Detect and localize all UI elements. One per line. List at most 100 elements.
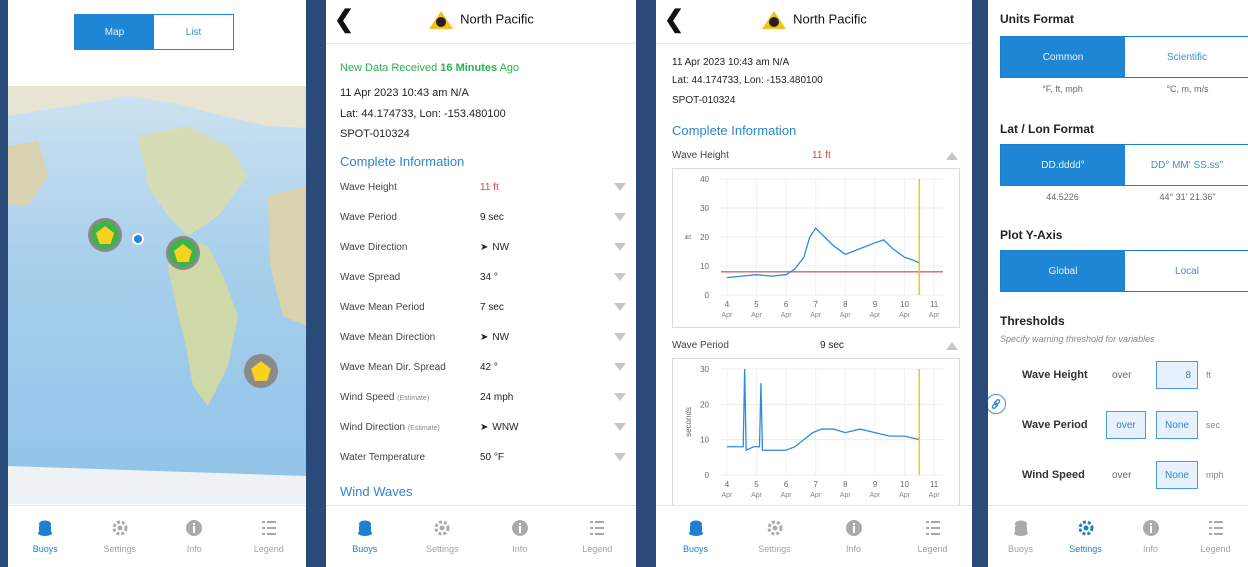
x-tick-label: Apr	[810, 492, 822, 499]
x-tick-label: 7	[813, 480, 818, 489]
expand-triangle-icon[interactable]	[614, 303, 626, 311]
x-tick-label: Apr	[869, 312, 881, 319]
x-tick-label: 4	[725, 300, 730, 309]
tab-settings[interactable]: Settings	[745, 518, 805, 554]
page-title: North Pacific	[326, 10, 636, 30]
tab-settings[interactable]: Settings	[90, 518, 150, 554]
y-tick-label: 30	[700, 204, 709, 213]
x-tick-label: 9	[873, 300, 878, 309]
info-row[interactable]: Wind Speed (Estimate) 24 mph	[340, 382, 626, 412]
thresholds-description: Specify warning threshold for variables	[1000, 334, 1155, 344]
tab-settings[interactable]: Settings	[1056, 518, 1116, 554]
expand-triangle-icon[interactable]	[614, 393, 626, 401]
tab-info[interactable]: Info	[1121, 518, 1181, 554]
collapse-triangle-icon[interactable]	[946, 152, 958, 160]
buoy-logo-icon	[429, 11, 454, 29]
list-icon	[1206, 518, 1226, 538]
tab-legend[interactable]: Legend	[903, 518, 963, 554]
buoy-marker[interactable]	[88, 218, 122, 252]
row-value: 11 ft	[480, 181, 499, 193]
list-tab[interactable]: List	[154, 15, 233, 49]
tab-info[interactable]: Info	[824, 518, 884, 554]
tab-settings[interactable]: Settings	[412, 518, 472, 554]
expand-triangle-icon[interactable]	[614, 363, 626, 371]
info-row[interactable]: Wind Direction (Estimate) ➤ WNW	[340, 412, 626, 442]
tab-buoys[interactable]: Buoys	[666, 518, 726, 554]
tab-buoys[interactable]: Buoys	[15, 518, 75, 554]
map-land	[8, 86, 306, 504]
tab-legend[interactable]: Legend	[239, 518, 299, 554]
tab-label: Info	[1142, 544, 1158, 554]
tab-legend[interactable]: Legend	[567, 518, 627, 554]
expand-triangle-icon[interactable]	[614, 453, 626, 461]
tab-label: Info	[186, 544, 202, 554]
x-tick-label: 9	[873, 480, 878, 489]
x-tick-label: 8	[843, 480, 848, 489]
latlon-dms-hint: 44° 31' 21.36"	[1159, 192, 1216, 202]
tab-legend[interactable]: Legend	[1186, 518, 1246, 554]
tab-label: Legend	[253, 544, 284, 554]
collapse-triangle-icon[interactable]	[946, 342, 958, 350]
row-value: ➤ WNW	[480, 421, 519, 433]
info-icon	[184, 518, 204, 538]
x-tick-label: 5	[754, 480, 759, 489]
y-tick-label: 10	[700, 436, 709, 445]
info-row[interactable]: Wave Spread 34 °	[340, 262, 626, 292]
info-row[interactable]: Wave Mean Period 7 sec	[340, 292, 626, 322]
units-common-hint: °F, ft, mph	[1042, 84, 1083, 94]
map-view[interactable]	[8, 86, 306, 504]
info-row[interactable]: Wave Height 11 ft	[340, 172, 626, 202]
tab-buoys[interactable]: Buoys	[335, 518, 395, 554]
threshold-operator[interactable]: over	[1112, 370, 1131, 381]
info-row[interactable]: Wave Mean Direction ➤ NW	[340, 322, 626, 352]
direction-arrow-icon: ➤	[480, 241, 489, 253]
threshold-operator[interactable]: over	[1112, 470, 1131, 481]
y-axis-label: seconds	[684, 407, 693, 437]
tab-info[interactable]: Info	[490, 518, 550, 554]
tab-info[interactable]: Info	[164, 518, 224, 554]
info-row[interactable]: Wave Mean Dir. Spread 42 °	[340, 352, 626, 382]
y-tick-label: 20	[700, 400, 709, 409]
x-tick-label: Apr	[751, 492, 763, 499]
y-tick-label: 20	[700, 233, 709, 242]
chart2-svg: 0 10 20 30 4 Apr 5 Apr 6 Apr 7 Apr 8 Apr 9 Apr 10 Apr 11 Ap…	[684, 365, 943, 499]
buoy-marker[interactable]	[166, 236, 200, 270]
threshold-row: Wave Period over None sec	[988, 406, 1248, 444]
x-tick-label: 11	[930, 300, 939, 309]
latlon-dms-option[interactable]: DD° MM' SS.ss"	[1125, 145, 1248, 185]
threshold-value-input[interactable]: None	[1156, 461, 1198, 489]
map-list-segment: Map List	[74, 14, 234, 50]
expand-triangle-icon[interactable]	[614, 333, 626, 341]
expand-triangle-icon[interactable]	[614, 243, 626, 251]
threshold-value-input[interactable]: 8	[1156, 361, 1198, 389]
x-tick-label: Apr	[899, 492, 911, 499]
nav-bar: ❮ North Pacific	[326, 0, 636, 44]
yaxis-global-option[interactable]: Global	[1001, 251, 1125, 291]
row-label: Wave Mean Direction	[340, 331, 436, 343]
units-scientific-option[interactable]: Scientific	[1125, 37, 1248, 77]
page-title: North Pacific	[656, 10, 972, 30]
info-row[interactable]: Wave Period 9 sec	[340, 202, 626, 232]
expand-triangle-icon[interactable]	[614, 423, 626, 431]
tab-label: Info	[512, 544, 528, 554]
row-value: 9 sec	[480, 211, 504, 223]
latlon-decimal-option[interactable]: DD.dddd°	[1001, 145, 1125, 185]
direction-arrow-icon: ➤	[480, 421, 489, 433]
info-row[interactable]: Water Temperature 50 °F	[340, 442, 626, 472]
buoy-marker[interactable]	[244, 354, 278, 388]
tab-bar: Buoys Settings Info Legend	[656, 505, 972, 567]
x-tick-label: Apr	[929, 492, 941, 499]
map-tab[interactable]: Map	[75, 15, 154, 49]
map-screen: Map List Buoys Settings Info Legend	[8, 0, 306, 567]
info-row[interactable]: Wave Direction ➤ NW	[340, 232, 626, 262]
list-icon	[259, 518, 279, 538]
units-common-option[interactable]: Common	[1001, 37, 1125, 77]
threshold-value-input[interactable]: None	[1156, 411, 1198, 439]
yaxis-local-option[interactable]: Local	[1125, 251, 1248, 291]
gear-icon	[110, 518, 130, 538]
threshold-operator[interactable]: over	[1106, 411, 1146, 439]
tab-buoys[interactable]: Buoys	[991, 518, 1051, 554]
expand-triangle-icon[interactable]	[614, 213, 626, 221]
expand-triangle-icon[interactable]	[614, 183, 626, 191]
expand-triangle-icon[interactable]	[614, 273, 626, 281]
